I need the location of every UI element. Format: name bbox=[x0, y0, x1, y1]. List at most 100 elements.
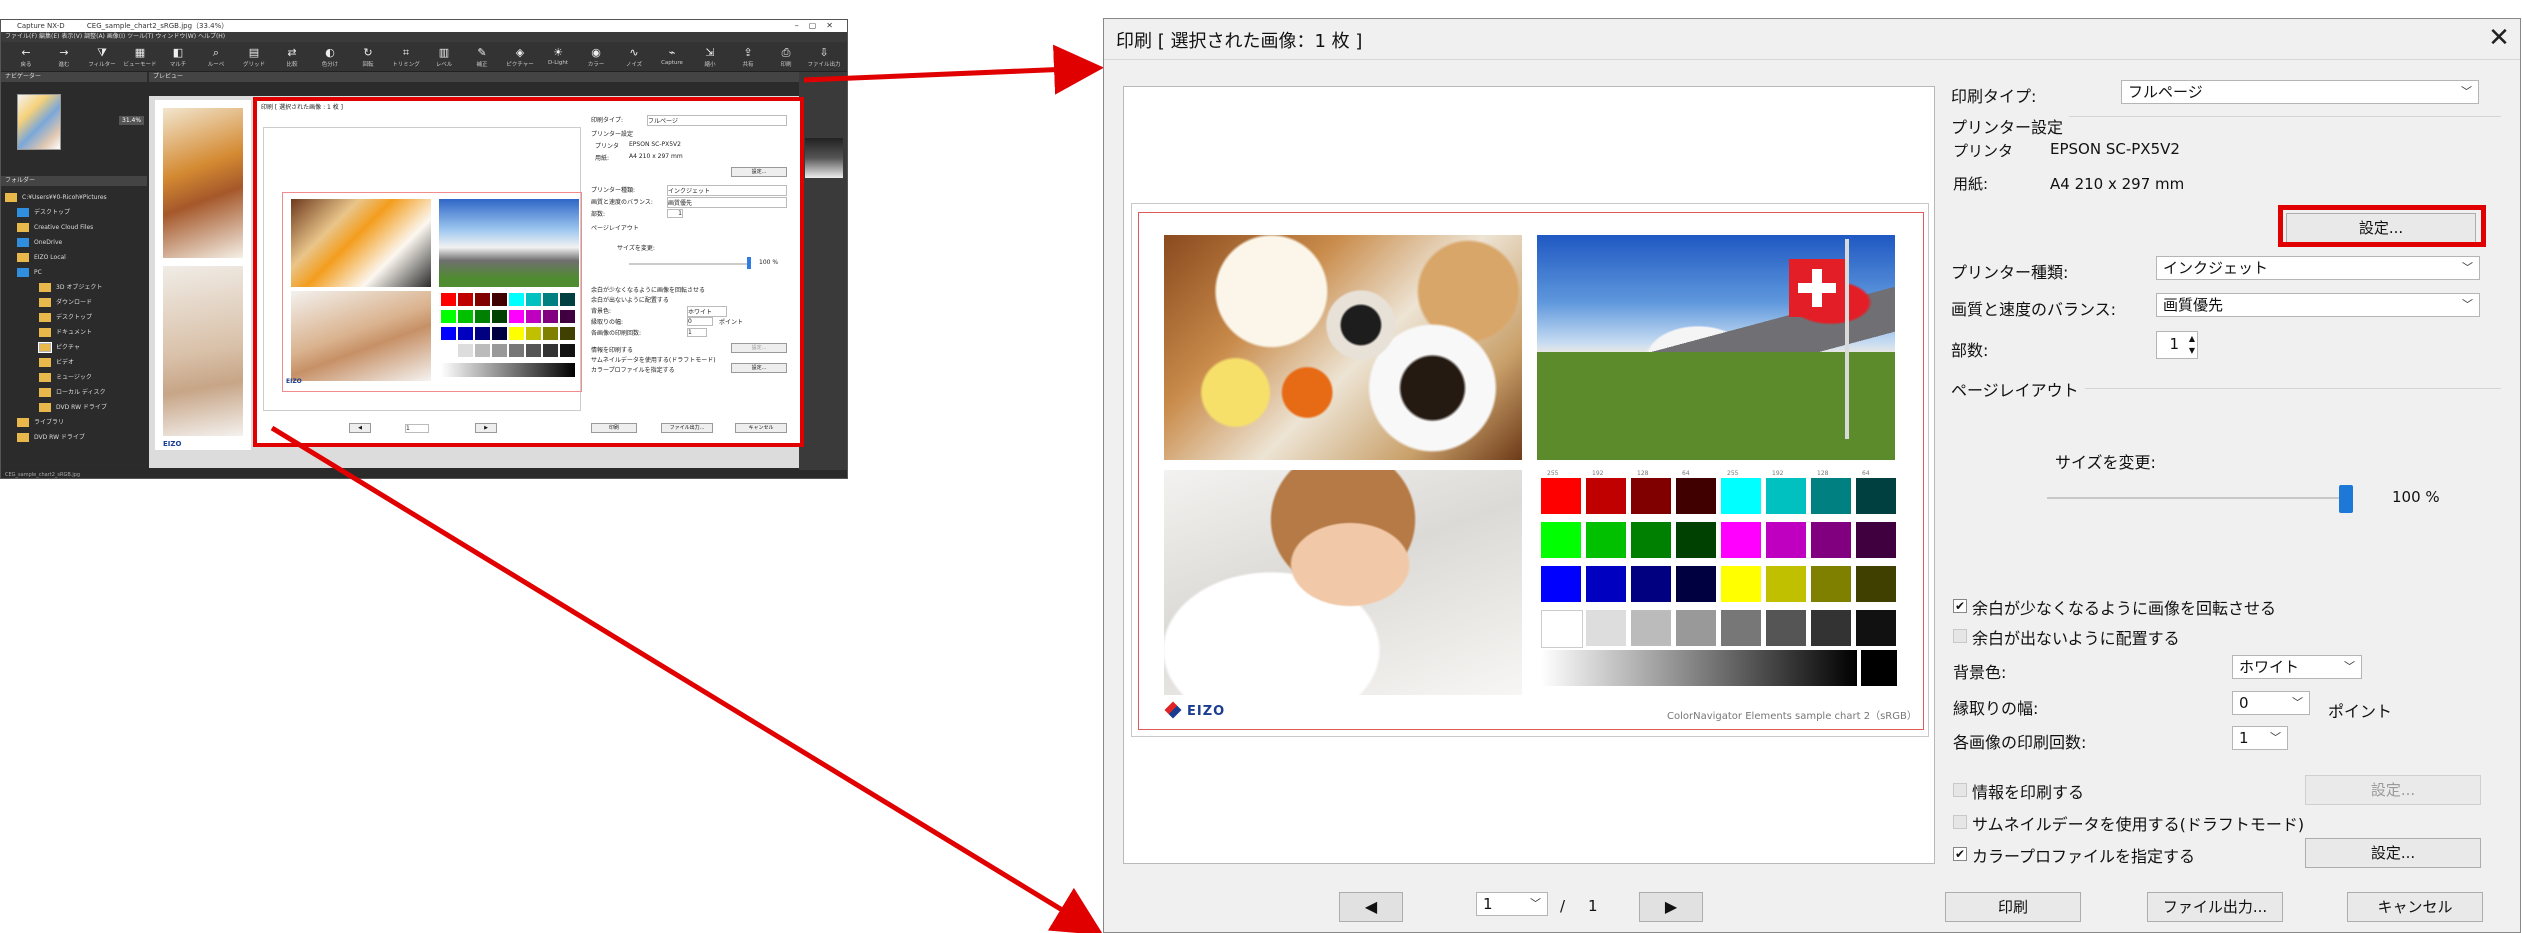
mini-swatch bbox=[458, 327, 473, 340]
mini-export-button[interactable]: ファイル出力... bbox=[661, 423, 713, 433]
toolbar-tool-14[interactable]: ☀ D-Light bbox=[539, 46, 577, 70]
toolbar-tool-21[interactable]: ⇩ ファイル出力 bbox=[805, 46, 843, 70]
toolbar-tool-7[interactable]: ⇄ 比較 bbox=[273, 46, 311, 70]
resize-slider-thumb[interactable] bbox=[2339, 485, 2353, 513]
toolbar-tool-12[interactable]: ✎ 補正 bbox=[463, 46, 501, 70]
color-swatch bbox=[1541, 478, 1581, 514]
tree-item[interactable]: PC bbox=[5, 265, 143, 280]
cancel-button[interactable]: キャンセル bbox=[2347, 892, 2483, 922]
toolbar-tool-11[interactable]: ▥ レベル bbox=[425, 46, 463, 70]
toolbar-tool-17[interactable]: ⌁ Capture bbox=[653, 46, 691, 70]
toolbar-tool-18[interactable]: ⇲ 縮小 bbox=[691, 46, 729, 70]
mini-prev-button[interactable]: ◀ bbox=[349, 423, 371, 433]
tree-item[interactable]: 3D オブジェクト bbox=[5, 280, 143, 295]
rotate-checkbox[interactable]: ✔ bbox=[1953, 599, 1967, 613]
profile-checkbox[interactable]: ✔ bbox=[1953, 847, 1967, 861]
mini-info-settings-button[interactable]: 設定... bbox=[731, 343, 787, 353]
mini-print-button[interactable]: 印刷 bbox=[591, 423, 637, 433]
resize-slider-track[interactable] bbox=[2047, 497, 2346, 499]
toolbar-tool-6[interactable]: ▤ グリッド bbox=[235, 46, 273, 70]
tree-item[interactable]: ミュージック bbox=[5, 370, 143, 385]
toolbar-tool-3[interactable]: ▦ ビューモード bbox=[121, 46, 159, 70]
page-select[interactable]: 1 ﹀ bbox=[1476, 892, 1548, 916]
border-value: 0 bbox=[2239, 694, 2249, 712]
mini-profile-option[interactable]: カラープロファイルを指定する bbox=[591, 365, 675, 374]
mini-thumb-option[interactable]: サムネイルデータを使用する(ドラフトモード) bbox=[591, 355, 716, 364]
print-type-select[interactable]: フルページ ﹀ bbox=[2121, 80, 2479, 104]
toolbar-tool-16[interactable]: ∿ ノイズ bbox=[615, 46, 653, 70]
mini-print-type-select[interactable]: フルページ bbox=[647, 115, 787, 126]
bg-select[interactable]: ホワイト ﹀ bbox=[2232, 655, 2362, 679]
toolbar-tool-9[interactable]: ↻ 回転 bbox=[349, 46, 387, 70]
mini-repeat-select[interactable]: 1 bbox=[687, 328, 707, 337]
mini-profile-settings-button[interactable]: 設定... bbox=[731, 363, 787, 373]
tool-label: レベル bbox=[435, 62, 453, 68]
toolbar-tool-4[interactable]: ◧ マルチ bbox=[159, 46, 197, 70]
toolbar-tool-15[interactable]: ◉ カラー bbox=[577, 46, 615, 70]
stepper-arrows-icon[interactable]: ▲ ▼ bbox=[2189, 333, 2195, 357]
next-page-button[interactable]: ▶ bbox=[1639, 892, 1703, 922]
tree-item[interactable]: ドキュメント bbox=[5, 325, 143, 340]
mini-printer-value: EPSON SC-PX5V2 bbox=[629, 141, 681, 148]
tree-item[interactable]: ローカル ディスク bbox=[5, 385, 143, 400]
tree-item[interactable]: ピクチャ bbox=[5, 340, 143, 355]
mini-border-select[interactable]: 0 bbox=[687, 317, 713, 326]
file-export-button[interactable]: ファイル出力... bbox=[2147, 892, 2283, 922]
print-type-value: フルページ bbox=[2128, 83, 2203, 101]
tool-label: 縮小 bbox=[704, 62, 716, 68]
quality-select[interactable]: 画質優先 ﹀ bbox=[2156, 293, 2480, 317]
repeat-select[interactable]: 1 ﹀ bbox=[2232, 726, 2288, 750]
tree-item[interactable]: OneDrive bbox=[5, 235, 143, 250]
prev-page-button[interactable]: ◀ bbox=[1339, 892, 1403, 922]
window-controls-icon[interactable]: –▢✕ bbox=[795, 20, 843, 32]
zoom-level[interactable]: 31.4% bbox=[119, 116, 145, 125]
border-select[interactable]: 0 ﹀ bbox=[2232, 691, 2310, 715]
app-menubar[interactable]: ファイル(F) 編集(E) 表示(V) 調整(A) 画像(I) ツール(T) ウ… bbox=[1, 32, 847, 42]
tree-item[interactable]: ライブラリ bbox=[5, 415, 143, 430]
folder-icon bbox=[39, 283, 51, 292]
nomargin-checkbox[interactable] bbox=[1953, 629, 1967, 643]
tree-item[interactable]: デスクトップ bbox=[5, 205, 143, 220]
tree-item[interactable]: デスクトップ bbox=[5, 310, 143, 325]
thumb-checkbox[interactable] bbox=[1953, 815, 1967, 829]
tool-label: マルチ bbox=[169, 62, 187, 68]
tree-item[interactable]: ビデオ bbox=[5, 355, 143, 370]
print-button[interactable]: 印刷 bbox=[1945, 892, 2081, 922]
mini-resize-thumb[interactable] bbox=[747, 257, 751, 269]
toolbar-tool-13[interactable]: ◈ ピクチャー bbox=[501, 46, 539, 70]
tree-item[interactable]: Creative Cloud Files bbox=[5, 220, 143, 235]
toolbar-tool-10[interactable]: ⌗ トリミング bbox=[387, 46, 425, 70]
tree-item[interactable]: DVD RW ドライブ bbox=[5, 400, 143, 415]
tool-icon: ◧ bbox=[172, 46, 184, 59]
swatch-tick-label: 255 bbox=[1727, 470, 1739, 477]
info-settings-button[interactable]: 設定... bbox=[2305, 775, 2481, 805]
toolbar-tool-8[interactable]: ◐ 色分け bbox=[311, 46, 349, 70]
tree-item[interactable]: ダウンロード bbox=[5, 295, 143, 310]
mini-nomargin-option[interactable]: 余白が出ないように配置する bbox=[591, 295, 669, 304]
toolbar-tool-20[interactable]: ⎙ 印刷 bbox=[767, 46, 805, 70]
copies-stepper[interactable]: 1 ▲ ▼ bbox=[2156, 331, 2198, 359]
mini-next-button[interactable]: ▶ bbox=[475, 423, 497, 433]
toolbar-tool-5[interactable]: ⌕ ルーペ bbox=[197, 46, 235, 70]
toolbar-tool-0[interactable]: ← 戻る bbox=[7, 46, 45, 70]
close-icon[interactable]: ✕ bbox=[2484, 23, 2514, 53]
tree-item[interactable]: EIZO Local bbox=[5, 250, 143, 265]
toolbar-tool-2[interactable]: ⧩ フィルター bbox=[83, 46, 121, 70]
mini-cancel-button[interactable]: キャンセル bbox=[735, 423, 787, 433]
toolbar-tool-19[interactable]: ⇪ 共有 bbox=[729, 46, 767, 70]
mini-bg-select[interactable]: ホワイト bbox=[687, 306, 727, 317]
printer-kind-select[interactable]: インクジェット ﹀ bbox=[2156, 256, 2480, 280]
mini-printer-kind-select[interactable]: インクジェット bbox=[667, 185, 787, 196]
mini-settings-button[interactable]: 設定... bbox=[731, 167, 787, 177]
tree-item[interactable]: DVD RW ドライブ bbox=[5, 430, 143, 445]
profile-settings-button[interactable]: 設定... bbox=[2305, 838, 2481, 868]
navigator-thumbnail[interactable] bbox=[17, 94, 61, 150]
mini-info-option[interactable]: 情報を印刷する bbox=[591, 345, 633, 354]
tree-item[interactable]: C:¥Users¥¥0-Ricoh¥Pictures bbox=[5, 190, 143, 205]
mini-copies-field[interactable]: 1 bbox=[667, 209, 683, 218]
mini-rotate-option[interactable]: 余白が少なくなるように画像を回転させる bbox=[591, 285, 705, 294]
mini-quality-select[interactable]: 画質優先 bbox=[667, 197, 787, 208]
mini-page-select[interactable]: 1 bbox=[405, 424, 429, 433]
toolbar-tool-1[interactable]: → 進む bbox=[45, 46, 83, 70]
info-checkbox[interactable] bbox=[1953, 783, 1967, 797]
